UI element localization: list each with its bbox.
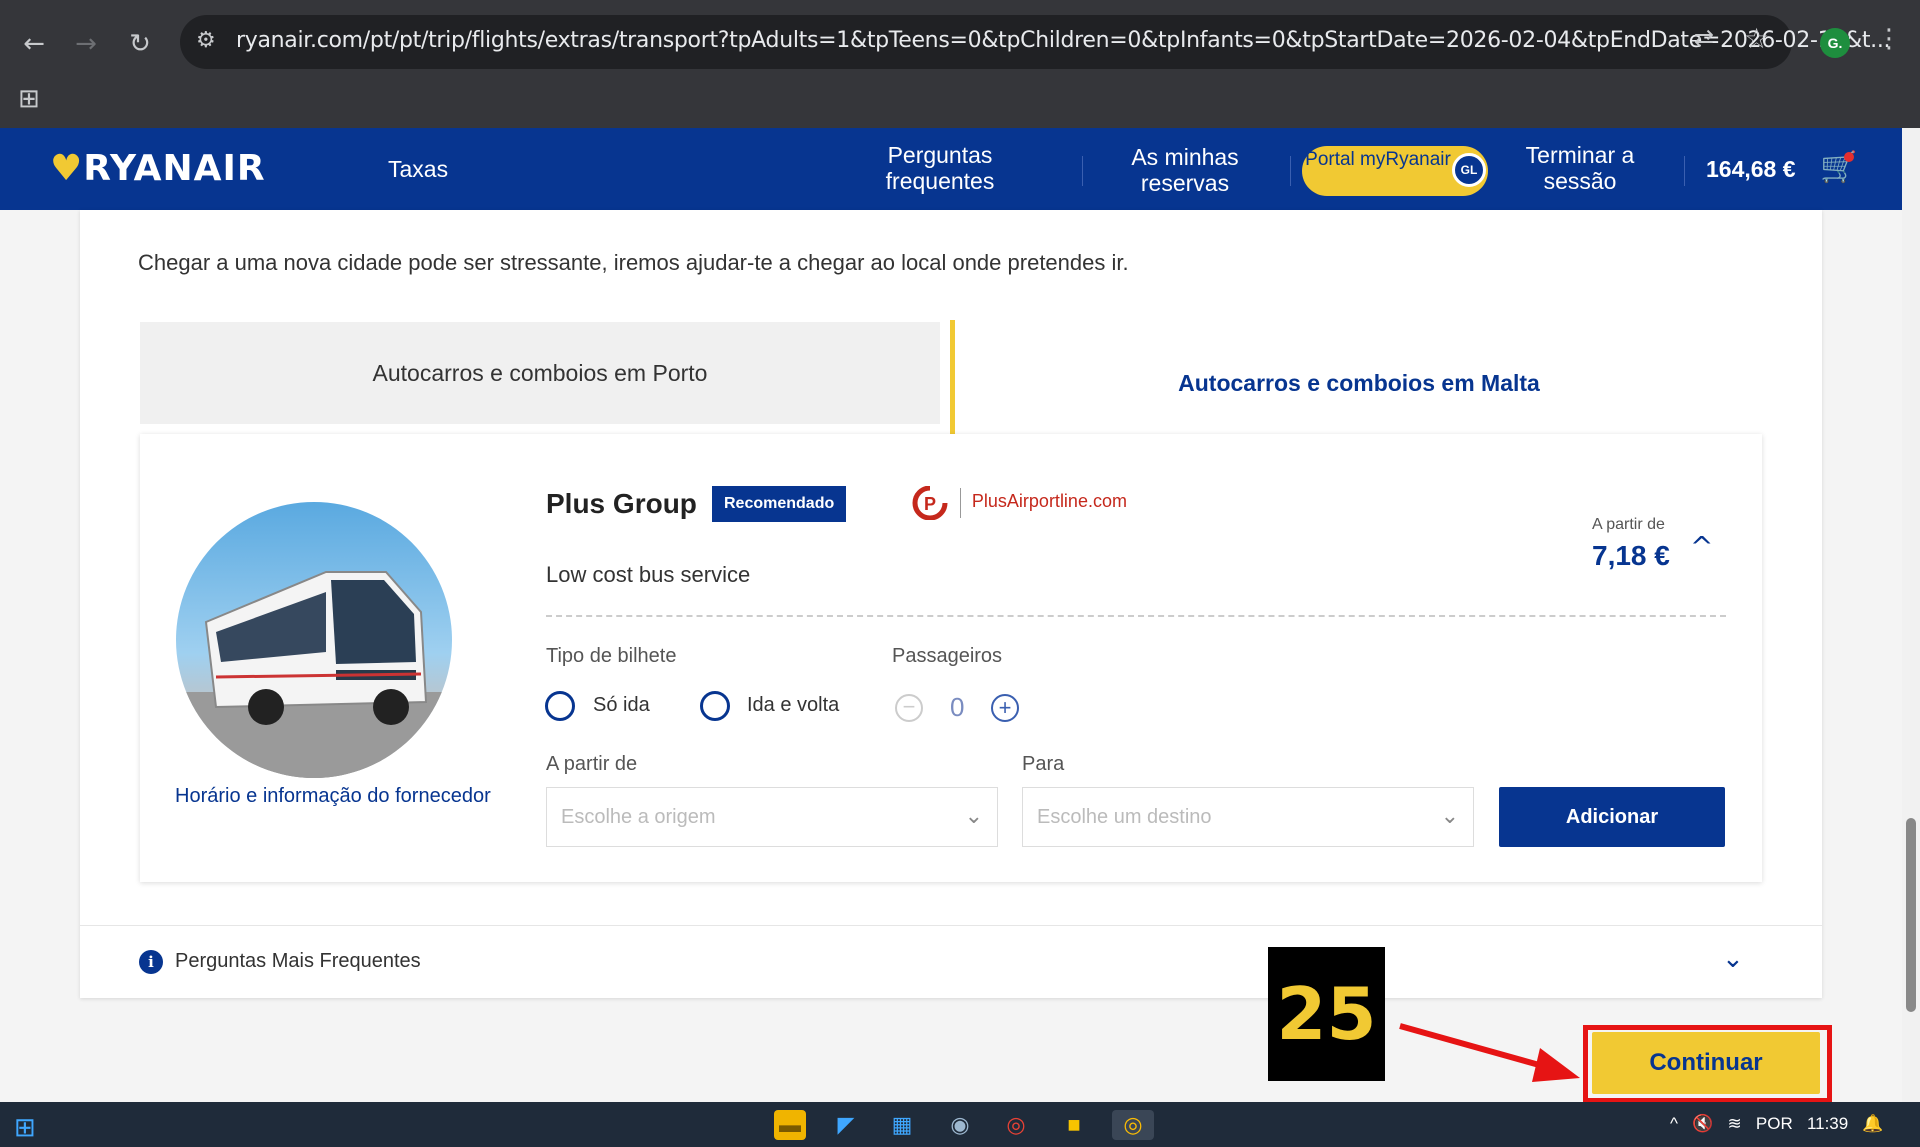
scrollbar-thumb[interactable] xyxy=(1906,818,1916,1012)
apps-grid-icon[interactable]: ⊞ xyxy=(18,84,40,114)
provider-name: Plus Group xyxy=(546,488,697,519)
one-way-radio[interactable] xyxy=(545,691,575,721)
faq-accordion-label[interactable]: Perguntas Mais Frequentes xyxy=(175,950,421,973)
provider-schedule-link[interactable]: Horário e informação do fornecedor xyxy=(175,785,491,808)
destination-label: Para xyxy=(1022,753,1065,775)
sticky-notes-icon[interactable]: ■ xyxy=(1058,1110,1090,1140)
chrome-active-icon[interactable]: ◎ xyxy=(1112,1110,1154,1140)
bus-image xyxy=(176,502,452,778)
logout-link[interactable]: Terminar a sessão xyxy=(1510,142,1650,194)
chrome-icon[interactable]: ◎ xyxy=(1000,1110,1032,1140)
forward-icon[interactable]: → xyxy=(66,24,106,64)
chevron-down-icon: ⌄ xyxy=(1440,804,1459,829)
profile-avatar[interactable]: G. xyxy=(1820,28,1850,58)
step-number-marker: 25 xyxy=(1268,947,1385,1081)
decrease-passengers-button[interactable]: − xyxy=(895,694,923,722)
add-button[interactable]: Adicionar xyxy=(1499,787,1725,847)
annotation-arrow xyxy=(1399,1023,1580,1082)
chevron-down-icon: ⌄ xyxy=(964,804,983,829)
wifi-icon[interactable]: ≋ xyxy=(1728,1114,1742,1133)
language-indicator[interactable]: POR xyxy=(1756,1114,1793,1133)
store-icon[interactable]: ▦ xyxy=(886,1110,918,1140)
chevron-down-icon[interactable]: ⌄ xyxy=(1722,944,1744,974)
passengers-label: Passageiros xyxy=(892,645,1003,667)
round-trip-radio[interactable] xyxy=(700,691,730,721)
app-icon[interactable]: ◉ xyxy=(944,1110,976,1140)
chevron-up-icon[interactable]: ^ xyxy=(1670,1114,1678,1133)
clock[interactable]: 11:39 xyxy=(1807,1114,1848,1133)
ticket-type-label: Tipo de bilhete xyxy=(546,645,677,667)
site-settings-icon[interactable]: ⚙ xyxy=(196,28,216,53)
nav-divider xyxy=(1082,156,1083,186)
system-tray: ^ 🔇 ≋ POR 11:39 🔔 xyxy=(1670,1114,1884,1134)
user-badge[interactable]: GL xyxy=(1452,153,1486,187)
basket-total[interactable]: 164,68 € xyxy=(1706,156,1796,182)
nav-divider xyxy=(1684,156,1685,186)
vscode-icon[interactable]: ◤ xyxy=(830,1110,862,1140)
origin-placeholder: Escolhe a origem xyxy=(561,806,716,828)
bookmark-star-icon[interactable]: ☆ xyxy=(1744,22,1769,55)
destination-select[interactable]: Escolhe um destino ⌄ xyxy=(1022,787,1474,847)
provider-description: Low cost bus service xyxy=(546,562,751,587)
plusairportline-logo: P PlusAirportline.com xyxy=(910,485,1127,521)
price-prefix: A partir de xyxy=(1592,516,1665,533)
recommended-badge: Recomendado xyxy=(712,486,847,522)
ryanair-logo[interactable]: ♥RYANAIR xyxy=(50,148,266,189)
one-way-label[interactable]: Só ida xyxy=(593,694,650,717)
file-explorer-icon[interactable]: ▬ xyxy=(774,1110,806,1140)
price-amount: 7,18 € xyxy=(1592,540,1670,571)
nav-faq[interactable]: Perguntas frequentes xyxy=(870,142,1010,194)
windows-start-icon[interactable]: ⊞ xyxy=(14,1112,36,1143)
round-trip-label[interactable]: Ida e volta xyxy=(747,694,839,717)
logo-text: RYANAIR xyxy=(83,148,266,189)
increase-passengers-button[interactable]: + xyxy=(991,694,1019,722)
translate-icon[interactable]: ⇄ xyxy=(1694,24,1714,52)
passenger-count: 0 xyxy=(950,692,965,722)
nav-taxas[interactable]: Taxas xyxy=(388,156,448,182)
speaker-muted-icon[interactable]: 🔇 xyxy=(1692,1114,1713,1133)
tab-malta[interactable]: Autocarros e comboios em Malta xyxy=(955,320,1763,436)
harp-icon: ♥ xyxy=(50,148,84,189)
reload-icon[interactable]: ↻ xyxy=(120,24,160,64)
nav-reservations[interactable]: As minhas reservas xyxy=(1110,144,1260,196)
cart-notification-dot xyxy=(1844,152,1854,162)
dashed-divider xyxy=(546,615,1726,617)
collapse-chevron-icon[interactable]: ^ xyxy=(1690,530,1713,563)
svg-text:P: P xyxy=(924,494,936,514)
plus-logo-icon: P xyxy=(912,485,948,521)
intro-text: Chegar a uma nova cidade pode ser stress… xyxy=(138,250,1129,275)
origin-label: A partir de xyxy=(546,753,638,775)
nav-divider xyxy=(1290,156,1291,186)
destination-placeholder: Escolhe um destino xyxy=(1037,806,1212,828)
origin-select[interactable]: Escolhe a origem ⌄ xyxy=(546,787,998,847)
tab-porto[interactable]: Autocarros e comboios em Porto xyxy=(140,322,940,424)
info-icon: i xyxy=(139,950,163,974)
browser-menu-icon[interactable]: ⋮ xyxy=(1876,24,1902,54)
annotation-highlight-box xyxy=(1583,1025,1832,1103)
plus-logo-text: PlusAirportline.com xyxy=(971,491,1127,512)
back-icon[interactable]: ← xyxy=(14,24,54,64)
url-text[interactable]: ryanair.com/pt/pt/trip/flights/extras/tr… xyxy=(236,28,1891,53)
notification-bell-icon[interactable]: 🔔 xyxy=(1862,1114,1883,1133)
